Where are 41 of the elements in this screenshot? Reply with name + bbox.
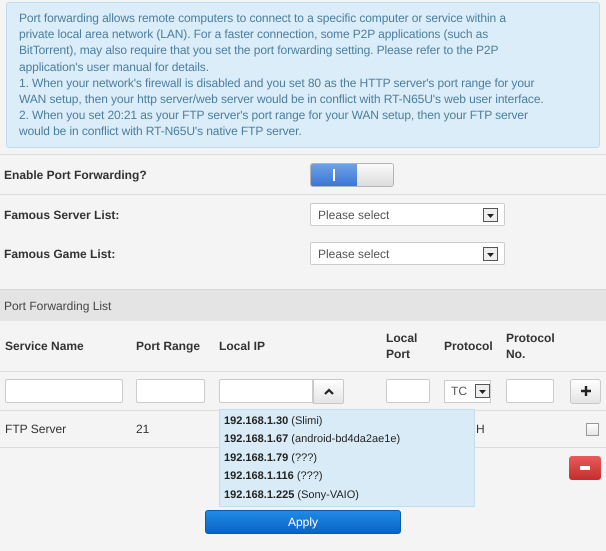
section-header: Port Forwarding List	[0, 289, 606, 321]
info-text: 2. When you set 20:21 as your FTP server's port range for your WAN setup, then your FTP server would be in conflict with RT-N65U's native FTP server.	[19, 107, 529, 140]
ip-suggestion[interactable]: 192.168.1.116 (???)	[220, 467, 474, 486]
caret-up-icon	[324, 388, 334, 394]
local-ip-input[interactable]	[219, 378, 313, 402]
minus-icon	[580, 466, 590, 470]
ip-suggestion[interactable]: 192.168.1.225 (Sony-VAIO)	[220, 486, 474, 504]
column-header: Protocol	[443, 338, 494, 354]
service-name-input[interactable]	[5, 379, 123, 403]
select-field[interactable]: Please select	[310, 203, 505, 226]
row-checkbox[interactable]	[586, 422, 599, 436]
plus-icon	[580, 386, 590, 396]
dropdown-toggle-button[interactable]	[313, 378, 344, 404]
protocol-number-input[interactable]	[506, 379, 554, 403]
column-header: Port Range	[135, 338, 202, 354]
column-header: Service Name	[4, 338, 85, 354]
port-range-input[interactable]	[136, 379, 205, 403]
dropdown-icon	[475, 384, 490, 398]
setting-label: Famous Game List:	[3, 246, 116, 260]
toggle-switch[interactable]	[310, 162, 394, 186]
column-header: Local IP	[218, 338, 266, 354]
protocol-select[interactable]: TC	[444, 380, 491, 402]
dropdown-icon	[483, 246, 498, 260]
info-text: 1. When your network's firewall is disabled and you set 80 as the HTTP server's port range for your WAN setup, then your http server/web server would be in conflict with RT-N65U's web user interface.	[19, 74, 544, 108]
delete-button[interactable]	[569, 456, 601, 480]
table-cell-text: H	[475, 422, 486, 436]
local-port-input[interactable]	[386, 379, 430, 403]
setting-label: Enable Port Forwarding?	[3, 168, 148, 182]
ip-suggestion[interactable]: 192.168.1.30 (Slimi)	[220, 412, 474, 430]
column-header: Local Port	[385, 330, 418, 362]
apply-button[interactable]: Apply	[205, 510, 401, 534]
ip-suggestion[interactable]: 192.168.1.79 (???)	[220, 448, 474, 467]
select-field[interactable]: Please select	[310, 242, 505, 265]
table-cell-text: 21	[135, 422, 150, 436]
setting-label: Famous Server List:	[3, 208, 120, 222]
column-header: Protocol No.	[505, 330, 556, 362]
ip-suggestion[interactable]: 192.168.1.67 (android-bd4da2ae1e)	[220, 430, 474, 448]
info-text: Port forwarding allows remote computers to connect to a specific computer or service within a private local area network (LAN). For a faster connection, some P2P applications (such as BitTorrent), may also require that you set the port forwarding setting. Please refer to the P2P application's user manual for details.	[19, 10, 507, 75]
table-cell-text: FTP Server	[4, 422, 68, 436]
dropdown-icon	[483, 208, 498, 222]
add-button[interactable]	[570, 378, 601, 404]
